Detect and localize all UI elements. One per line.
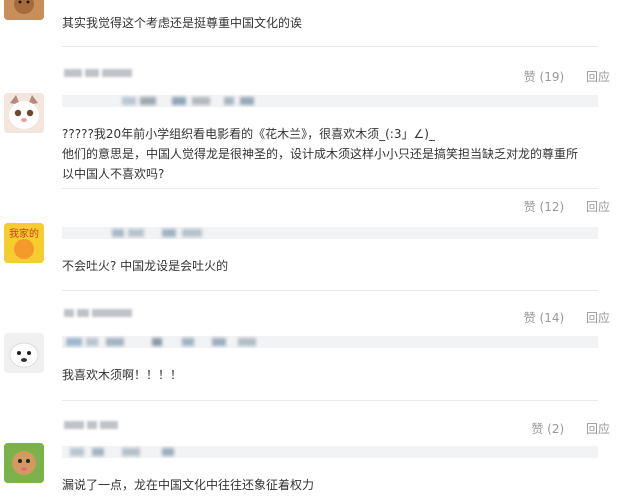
like-button[interactable]: 赞 (19)	[524, 68, 564, 86]
username-blurred[interactable]	[64, 418, 121, 430]
comment-line: 他们的意思是，中国人觉得龙是很神圣的，设计成木须这样小小只还是搞笑担当缺乏对龙的…	[62, 147, 579, 161]
like-button[interactable]: 赞 (12)	[524, 198, 564, 216]
blurred-quote-bar	[62, 446, 598, 458]
avatar[interactable]	[4, 443, 44, 483]
reply-button[interactable]: 回应	[586, 309, 610, 327]
avatar[interactable]	[4, 93, 44, 133]
avatar[interactable]	[4, 0, 44, 20]
divider	[62, 400, 598, 401]
blurred-quote-bar	[62, 227, 598, 239]
comment-text: 不会吐火? 中国龙设是会吐火的	[62, 259, 229, 273]
divider	[62, 188, 598, 189]
comment-text: ?????我20年前小学组织看电影看的《花木兰》，很喜欢木须_(:3」∠)_ 他…	[62, 124, 622, 184]
divider	[62, 46, 598, 47]
reply-button[interactable]: 回应	[586, 420, 610, 438]
like-button[interactable]: 赞 (2)	[531, 420, 564, 438]
comment-text: 我喜欢木须啊！！！！	[62, 368, 183, 382]
blurred-quote-bar	[62, 95, 598, 107]
avatar[interactable]: 我家的	[4, 223, 44, 263]
comment-line: 以中国人不喜欢吗?	[62, 167, 165, 181]
comment-actions: 赞 (2) 回应	[531, 420, 610, 438]
reply-button[interactable]: 回应	[586, 198, 610, 216]
username-blurred[interactable]	[64, 306, 135, 318]
reply-button[interactable]: 回应	[586, 68, 610, 86]
svg-text:我家的: 我家的	[9, 227, 39, 240]
comment-text: 漏说了一点，龙在中国文化中往往还象征着权力	[62, 478, 315, 492]
divider	[62, 290, 598, 291]
comment-actions: 赞 (19) 回应	[524, 68, 610, 86]
comment-text: 其实我觉得这个考虑还是挺尊重中国文化的诶	[62, 16, 303, 30]
comment-actions: 赞 (14) 回应	[524, 309, 610, 327]
like-button[interactable]: 赞 (14)	[524, 309, 564, 327]
avatar[interactable]	[4, 333, 44, 373]
comment-actions: 赞 (12) 回应	[524, 198, 610, 216]
username-blurred[interactable]	[64, 66, 135, 78]
blurred-quote-bar	[62, 336, 598, 348]
comment-line: ?????我20年前小学组织看电影看的《花木兰》，很喜欢木须_(:3」∠)_	[62, 127, 435, 141]
